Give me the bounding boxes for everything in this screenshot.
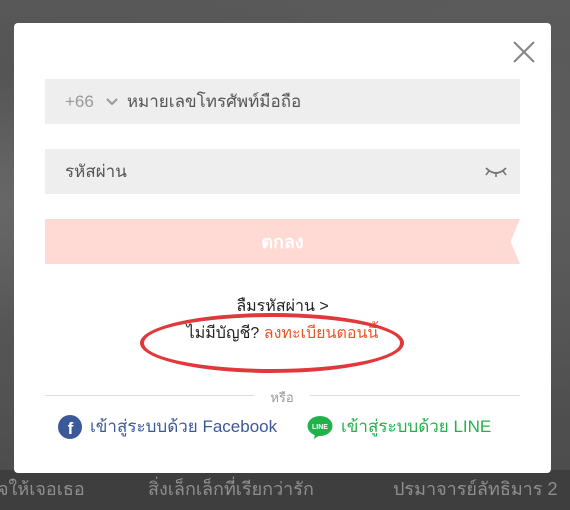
facebook-icon: f (58, 414, 82, 439)
svg-text:LINE: LINE (312, 424, 328, 431)
login-modal: +66 หมายเลขโทรศัพท์มือถือ รหัสผ่าน ตกลง … (14, 23, 551, 473)
or-separator: หรือ (270, 390, 294, 405)
line-login-button[interactable]: LINE เข้าสู่ระบบด้วย LINE (307, 413, 491, 440)
password-input[interactable]: รหัสผ่าน (65, 158, 127, 185)
country-code-select[interactable]: +66 (65, 92, 94, 112)
phone-field[interactable]: +66 หมายเลขโทรศัพท์มือถือ (45, 79, 520, 124)
phone-input[interactable]: หมายเลขโทรศัพท์มือถือ (127, 88, 301, 115)
background-caption-1: จให้เจอเธอ (0, 479, 85, 499)
background-caption-3: ปรมาจารย์ลัทธิมาร 2 (393, 479, 558, 499)
divider-right (310, 395, 520, 396)
facebook-login-label: เข้าสู่ระบบด้วย Facebook (90, 417, 278, 436)
submit-button[interactable]: ตกลง (45, 219, 520, 264)
chevron-down-icon[interactable] (106, 97, 118, 106)
annotation-highlight-oval (140, 313, 404, 373)
svg-text:f: f (68, 419, 74, 438)
facebook-login-button[interactable]: f เข้าสู่ระบบด้วย Facebook (58, 413, 277, 440)
background-caption-2: สิ่งเล็กเล็กที่เรียกว่ารัก (148, 479, 314, 499)
password-field[interactable]: รหัสผ่าน (45, 149, 520, 194)
line-icon: LINE (307, 415, 333, 439)
eye-closed-icon[interactable] (484, 161, 508, 181)
line-login-label: เข้าสู่ระบบด้วย LINE (341, 417, 492, 436)
divider-left (45, 395, 254, 396)
close-icon[interactable] (511, 39, 537, 65)
